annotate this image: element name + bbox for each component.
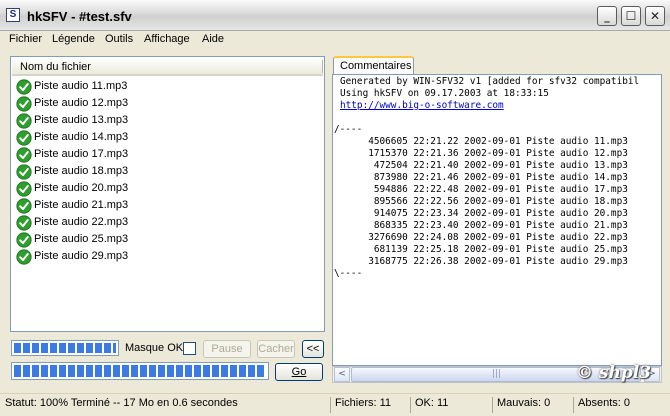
comment-line-using: Using hkSFV on 09.17.2003 at 18:33:15 <box>340 88 549 99</box>
file-list[interactable]: Nom du fichier Piste audio 11.mp3 Piste a… <box>10 56 325 332</box>
comment-entry-line: 3168775 22:26.38 2002-09-01 Piste audio … <box>340 256 628 267</box>
menu-legende[interactable]: Légende <box>52 33 95 45</box>
check-circle-icon <box>16 147 32 163</box>
file-row[interactable]: Piste audio 17.mp3 <box>16 146 316 163</box>
status-text: Statut: 100% Terminé -- 17 Mo en 0.6 sec… <box>5 397 238 409</box>
file-name: Piste audio 21.mp3 <box>34 199 129 211</box>
menu-aide[interactable]: Aide <box>202 33 224 45</box>
comment-entry-line: 4506605 22:21.22 2002-09-01 Piste audio … <box>340 136 628 147</box>
comment-entry-line: 873980 22:21.46 2002-09-01 Piste audio 1… <box>340 172 628 183</box>
comment-entry-line: 3276690 22:24.08 2002-09-01 Piste audio … <box>340 232 628 243</box>
file-name: Piste audio 22.mp3 <box>34 216 129 228</box>
file-name: Piste audio 14.mp3 <box>34 131 129 143</box>
comment-entry-line: 681139 22:25.18 2002-09-01 Piste audio 2… <box>340 244 628 255</box>
comment-line-generated: Generated by WIN-SFV32 v1 [added for sfv… <box>340 76 640 87</box>
scroll-left-button[interactable]: < <box>334 367 350 382</box>
file-row[interactable]: Piste audio 25.mp3 <box>16 231 316 248</box>
app-icon[interactable]: S <box>6 8 20 22</box>
status-files-count: Fichiers: 11 <box>335 397 392 409</box>
file-name: Piste audio 18.mp3 <box>34 165 129 177</box>
file-row[interactable]: Piste audio 29.mp3 <box>16 248 316 265</box>
file-row[interactable]: Piste audio 22.mp3 <box>16 214 316 231</box>
file-row[interactable]: Piste audio 13.mp3 <box>16 112 316 129</box>
pause-button[interactable]: Pause <box>203 340 251 358</box>
masque-ok-checkbox[interactable] <box>183 342 196 355</box>
check-circle-icon <box>16 249 32 265</box>
check-circle-icon <box>16 79 32 95</box>
comment-entry-line: 472504 22:21.40 2002-09-01 Piste audio 1… <box>340 160 628 171</box>
minimize-icon: _ <box>604 10 610 23</box>
status-divider <box>492 397 493 413</box>
tab-commentaires[interactable]: Commentaires <box>333 56 414 76</box>
tab-label: Commentaires <box>340 60 412 72</box>
watermark: © shpl3 <box>576 363 652 383</box>
file-name: Piste audio 11.mp3 <box>34 80 128 92</box>
column-header-label: Nom du fichier <box>20 61 91 73</box>
go-button[interactable]: Go <box>275 363 323 381</box>
comment-entry-line: 895566 22:22.56 2002-09-01 Piste audio 1… <box>340 196 628 207</box>
comments-pane[interactable]: Generated by WIN-SFV32 v1 [added for sfv… <box>332 74 662 366</box>
file-row[interactable]: Piste audio 21.mp3 <box>16 197 316 214</box>
scroll-grip-icon: ||| <box>492 369 502 379</box>
cacher-button[interactable]: Cacher <box>257 340 295 358</box>
file-row[interactable]: Piste audio 18.mp3 <box>16 163 316 180</box>
maximize-button[interactable]: ☐ <box>621 6 641 26</box>
file-name: Piste audio 25.mp3 <box>34 233 129 245</box>
file-name: Piste audio 20.mp3 <box>34 182 129 194</box>
collapse-button[interactable]: << <box>302 340 324 358</box>
comment-entry-line: 1715370 22:21.36 2002-09-01 Piste audio … <box>340 148 628 159</box>
file-row[interactable]: Piste audio 14.mp3 <box>16 129 316 146</box>
file-name: Piste audio 17.mp3 <box>34 148 129 160</box>
window-title: hkSFV - #test.sfv <box>27 9 132 24</box>
check-circle-icon <box>16 232 32 248</box>
scroll-left-icon: < <box>338 369 346 379</box>
website-link[interactable]: http://www.big-o-software.com <box>340 100 504 111</box>
check-circle-icon <box>16 215 32 231</box>
check-circle-icon <box>16 164 32 180</box>
go-label: Go <box>291 366 307 378</box>
menu-fichier[interactable]: Fichier <box>9 33 42 45</box>
app-window: S hkSFV - #test.sfv _ ☐ ✕ Fichier Légend… <box>0 0 670 416</box>
file-name: Piste audio 29.mp3 <box>34 250 129 262</box>
check-circle-icon <box>16 130 32 146</box>
check-circle-icon <box>16 96 32 112</box>
file-progress-bar <box>11 340 119 356</box>
close-icon: ✕ <box>649 9 661 23</box>
comment-block-close: \---- <box>334 268 363 279</box>
column-separator[interactable] <box>322 60 323 73</box>
status-missing-count: Absents: 0 <box>578 397 630 409</box>
title-bar[interactable]: S hkSFV - #test.sfv _ ☐ ✕ <box>0 0 670 31</box>
status-divider <box>410 397 411 413</box>
comment-entry-line: 868335 22:23.40 2002-09-01 Piste audio 2… <box>340 220 628 231</box>
status-bad-count: Mauvais: 0 <box>497 397 551 409</box>
check-circle-icon <box>16 198 32 214</box>
menu-outils[interactable]: Outils <box>105 33 133 45</box>
menu-affichage[interactable]: Affichage <box>144 33 190 45</box>
total-progress-fill <box>14 365 266 377</box>
file-name: Piste audio 12.mp3 <box>34 97 129 109</box>
check-circle-icon <box>16 181 32 197</box>
comment-block-open: /---- <box>334 124 363 135</box>
masque-ok-label: Masque OK <box>125 342 184 354</box>
menu-bar: Fichier Légende Outils Affichage Aide <box>0 31 670 49</box>
minimize-button[interactable]: _ <box>597 6 617 26</box>
total-progress-bar <box>11 362 269 380</box>
file-progress-fill <box>14 343 116 353</box>
maximize-icon: ☐ <box>625 9 637 23</box>
file-row[interactable]: Piste audio 11.mp3 <box>16 78 316 95</box>
file-name: Piste audio 13.mp3 <box>34 114 129 126</box>
status-ok-count: OK: 11 <box>415 397 449 409</box>
column-header-filename[interactable]: Nom du fichier <box>12 58 323 76</box>
comment-entry-line: 594886 22:22.48 2002-09-01 Piste audio 1… <box>340 184 628 195</box>
check-circle-icon <box>16 113 32 129</box>
status-bar: Statut: 100% Terminé -- 17 Mo en 0.6 sec… <box>0 393 670 416</box>
file-row[interactable]: Piste audio 12.mp3 <box>16 95 316 112</box>
status-divider <box>330 397 331 413</box>
file-row[interactable]: Piste audio 20.mp3 <box>16 180 316 197</box>
status-divider <box>573 397 574 413</box>
comment-entry-line: 914075 22:23.34 2002-09-01 Piste audio 2… <box>340 208 628 219</box>
close-button[interactable]: ✕ <box>645 6 665 26</box>
